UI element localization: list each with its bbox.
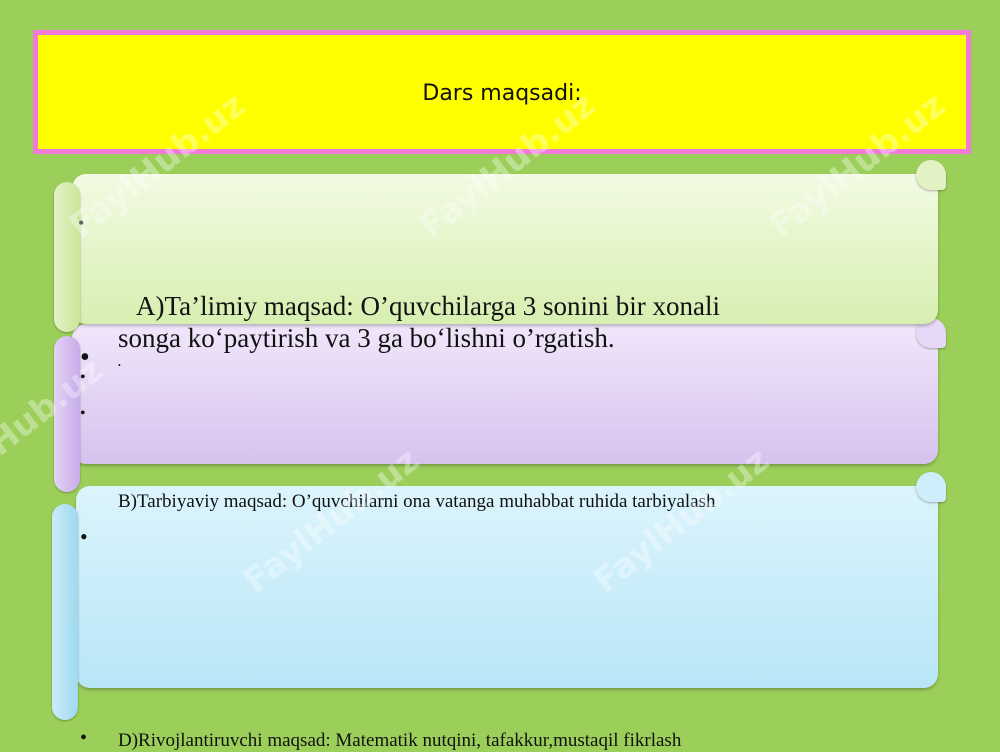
scroll-curl-right xyxy=(916,472,946,502)
objective-educational-line1: A)Ta’limiy maqsad: O’quvchilarga 3 sonin… xyxy=(136,291,720,321)
scroll-curl-left xyxy=(54,336,80,492)
objective-developmental: D)Rivojlantiruvchi maqsad: Matematik nut… xyxy=(118,730,682,751)
title-banner: Dars maqsadi: xyxy=(33,30,971,154)
scroll-banner-blue xyxy=(52,472,946,720)
bullet-point: • xyxy=(80,369,86,386)
bullet-point: • xyxy=(78,213,85,233)
bullet-point: • xyxy=(118,361,121,370)
objective-educational: A)Ta’limiy maqsad: O’quvchilarga 3 sonin… xyxy=(118,290,898,354)
scroll-curl-right xyxy=(916,160,946,190)
scroll-curl-left xyxy=(52,504,78,720)
objective-educational-line2: songa ko‘paytirish va 3 ga bo‘lishni o’r… xyxy=(118,323,615,353)
objective-upbringing: B)Tarbiyaviy maqsad: O’quvchilarni ona v… xyxy=(118,491,716,512)
scroll-curl-left xyxy=(54,182,80,332)
bullet-point: • xyxy=(80,524,88,549)
bullet-point: • xyxy=(80,342,90,373)
bullet-point: • xyxy=(80,405,86,422)
bullet-point: • xyxy=(80,727,88,749)
page-title: Dars maqsadi: xyxy=(422,81,582,106)
